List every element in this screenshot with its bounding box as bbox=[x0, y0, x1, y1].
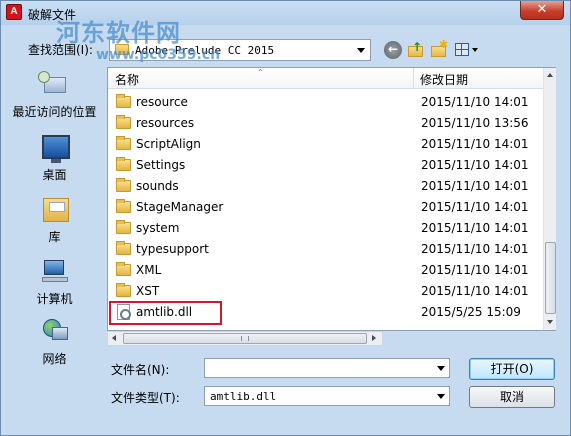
list-item[interactable]: system 2015/11/10 14:01 bbox=[108, 218, 543, 239]
folder-icon bbox=[116, 241, 131, 255]
folder-icon bbox=[116, 283, 131, 297]
file-name: StageManager bbox=[136, 200, 224, 214]
chevron-down-icon bbox=[437, 394, 445, 399]
place-desktop[interactable]: 桌面 bbox=[6, 135, 103, 195]
sort-ascending-icon: ⌃ bbox=[257, 68, 264, 77]
file-name: XML bbox=[136, 263, 162, 277]
file-date: 2015/11/10 13:56 bbox=[421, 116, 529, 130]
place-label: 桌面 bbox=[42, 168, 67, 182]
back-button[interactable]: ← bbox=[384, 41, 402, 59]
file-open-dialog: A 破解文件 ✕ 查找范围(I): Adobe Prelude CC 2015 … bbox=[0, 0, 571, 436]
scroll-thumb[interactable] bbox=[545, 242, 556, 314]
file-name: typesupport bbox=[136, 242, 209, 256]
folder-icon bbox=[116, 178, 131, 192]
up-arrow-icon: ↑ bbox=[412, 40, 423, 54]
view-menu-button[interactable] bbox=[454, 41, 480, 59]
filetype-value: amtlib.dll bbox=[210, 390, 277, 403]
place-computer[interactable]: 计算机 bbox=[6, 258, 103, 318]
folder-icon bbox=[116, 199, 131, 213]
folder-icon bbox=[116, 262, 131, 276]
filetype-dropdown[interactable]: amtlib.dll bbox=[204, 386, 450, 406]
list-item[interactable]: ScriptAlign 2015/11/10 14:01 bbox=[108, 134, 543, 155]
file-date: 2015/11/10 14:01 bbox=[421, 95, 529, 109]
list-item[interactable]: sounds 2015/11/10 14:01 bbox=[108, 176, 543, 197]
close-button[interactable]: ✕ bbox=[520, 1, 564, 20]
chevron-down-icon[interactable] bbox=[437, 366, 445, 371]
list-item[interactable]: XML 2015/11/10 14:01 bbox=[108, 260, 543, 281]
filetype-label: 文件类型(T): bbox=[111, 391, 180, 405]
place-network[interactable]: 网络 bbox=[6, 319, 103, 379]
chevron-down-icon bbox=[472, 48, 478, 52]
file-name: XST bbox=[136, 284, 160, 298]
place-libraries[interactable]: 库 bbox=[6, 198, 103, 258]
places-bar: 最近访问的位置 桌面 库 计算机 网络 bbox=[6, 67, 103, 377]
file-name: resources bbox=[136, 116, 195, 130]
place-recent[interactable]: 最近访问的位置 bbox=[6, 69, 103, 129]
filename-label: 文件名(N): bbox=[111, 363, 170, 377]
file-name: system bbox=[136, 221, 180, 235]
scroll-down-icon[interactable] bbox=[547, 320, 553, 324]
place-label: 网络 bbox=[42, 352, 67, 366]
scroll-right-icon[interactable] bbox=[372, 335, 376, 341]
highlight-annotation bbox=[109, 301, 222, 325]
new-star-icon: ✱ bbox=[439, 38, 449, 51]
watermark-url: www.pc0359.cn bbox=[96, 47, 221, 63]
folder-icon bbox=[116, 94, 131, 108]
horizontal-scrollbar[interactable] bbox=[107, 331, 383, 346]
list-item[interactable]: typesupport 2015/11/10 14:01 bbox=[108, 239, 543, 260]
libraries-icon bbox=[43, 198, 69, 222]
list-item[interactable]: Settings 2015/11/10 14:01 bbox=[108, 155, 543, 176]
file-date: 2015/11/10 14:01 bbox=[421, 200, 529, 214]
file-date: 2015/11/10 14:01 bbox=[421, 179, 529, 193]
place-label: 最近访问的位置 bbox=[12, 105, 97, 119]
up-folder-button[interactable]: ↑ bbox=[407, 40, 425, 59]
folder-icon bbox=[116, 220, 131, 234]
vertical-scrollbar[interactable] bbox=[543, 68, 556, 330]
computer-icon bbox=[42, 258, 70, 284]
file-date: 2015/11/10 14:01 bbox=[421, 158, 529, 172]
folder-icon bbox=[116, 136, 131, 150]
column-header-date-label: 修改日期 bbox=[420, 73, 469, 87]
file-name: sounds bbox=[136, 179, 179, 193]
open-button[interactable]: 打开(O) bbox=[469, 358, 555, 380]
file-date: 2015/11/10 14:01 bbox=[421, 221, 529, 235]
file-date: 2015/11/10 14:01 bbox=[421, 242, 529, 256]
place-label: 计算机 bbox=[36, 292, 73, 306]
scroll-up-icon[interactable] bbox=[547, 73, 553, 77]
chevron-down-icon bbox=[357, 48, 365, 53]
list-item[interactable]: resources 2015/11/10 13:56 bbox=[108, 113, 543, 134]
file-date: 2015/11/10 14:01 bbox=[421, 284, 529, 298]
filename-input[interactable] bbox=[204, 358, 450, 378]
list-item[interactable]: XST 2015/11/10 14:01 bbox=[108, 281, 543, 302]
recent-places-icon bbox=[38, 71, 68, 97]
watermark-text: 河东软件网 bbox=[56, 18, 181, 47]
folder-icon bbox=[116, 115, 131, 129]
file-date: 2015/11/10 14:01 bbox=[421, 137, 529, 151]
file-name: Settings bbox=[136, 158, 186, 172]
list-item[interactable]: StageManager 2015/11/10 14:01 bbox=[108, 197, 543, 218]
desktop-icon bbox=[42, 135, 70, 159]
new-folder-button[interactable]: ✱ bbox=[430, 38, 449, 59]
view-grid-icon bbox=[455, 43, 469, 56]
file-date: 2015/5/25 15:09 bbox=[421, 305, 521, 319]
list-header: 名称 ⌃ 修改日期 bbox=[108, 68, 543, 89]
file-name: ScriptAlign bbox=[136, 137, 201, 151]
file-name: resource bbox=[136, 95, 188, 109]
cancel-button[interactable]: 取消 bbox=[469, 386, 555, 408]
column-header-date[interactable]: 修改日期 bbox=[414, 68, 543, 89]
folder-icon bbox=[116, 157, 131, 171]
network-icon bbox=[43, 319, 69, 345]
file-date: 2015/11/10 14:01 bbox=[421, 263, 529, 277]
place-label: 库 bbox=[48, 230, 61, 244]
file-list: 名称 ⌃ 修改日期 resource 2015/11/10 14:01 reso… bbox=[107, 67, 556, 331]
list-item[interactable]: resource 2015/11/10 14:01 bbox=[108, 92, 543, 113]
column-header-name-label: 名称 bbox=[115, 73, 140, 87]
scroll-thumb[interactable] bbox=[123, 333, 367, 344]
column-header-name[interactable]: 名称 ⌃ bbox=[108, 68, 414, 89]
scroll-left-icon[interactable] bbox=[112, 335, 116, 341]
adobe-icon: A bbox=[6, 4, 22, 20]
